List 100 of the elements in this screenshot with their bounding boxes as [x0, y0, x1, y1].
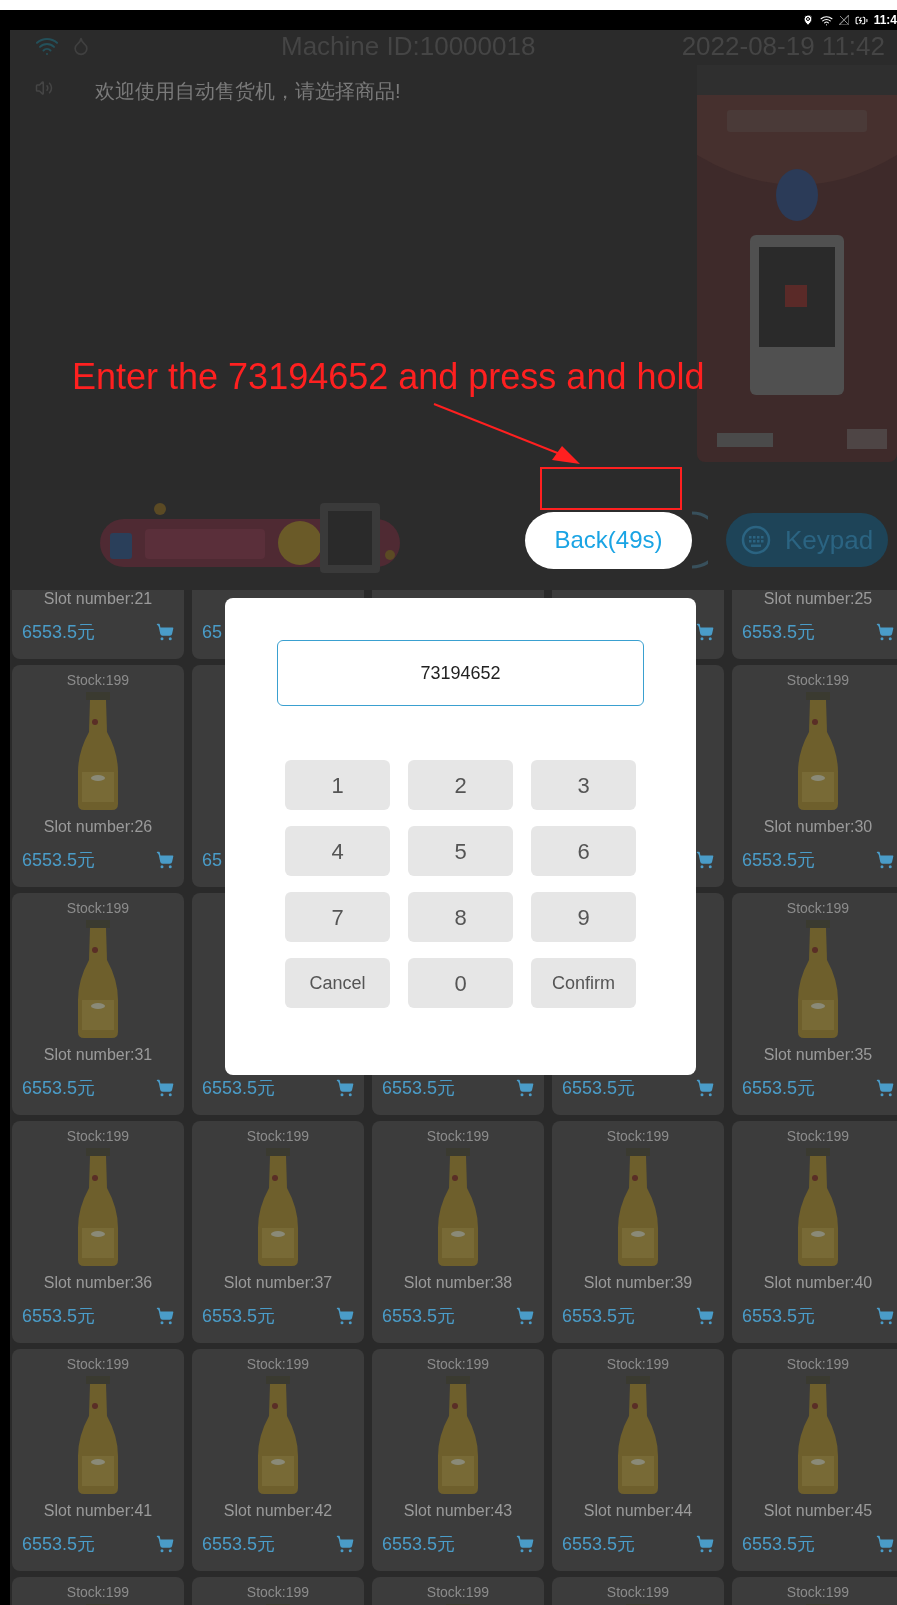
keypad-key[interactable]: 9: [531, 892, 636, 942]
price-label: 6553.5元: [742, 1304, 816, 1328]
product-card[interactable]: Slot number:25 6553.5元: [732, 590, 897, 659]
product-card[interactable]: Stock:199 Slot number:38 6553.5元: [372, 1121, 544, 1343]
keypad-icon: [740, 525, 771, 555]
slot-label: Slot number:45: [763, 1501, 873, 1521]
keypad-key[interactable]: Confirm: [531, 958, 636, 1008]
slot-label: Slot number:38: [403, 1273, 513, 1293]
stock-label: Stock:199: [786, 1354, 850, 1374]
cart-icon[interactable]: [336, 1079, 354, 1097]
price-label: 6553.5元: [382, 1304, 456, 1328]
price-label: 6553.5元: [22, 1532, 96, 1556]
stock-label: Stock:199: [426, 1354, 490, 1374]
price-label: 6553.5元: [742, 620, 816, 644]
cart-icon[interactable]: [156, 623, 174, 641]
product-card[interactable]: Stock:199 Slot number:41 6553.5元: [12, 1349, 184, 1571]
cart-icon[interactable]: [696, 623, 714, 641]
product-card[interactable]: Stock:199: [732, 1577, 897, 1605]
stock-label: Stock:199: [426, 1582, 490, 1602]
slot-label: Slot number:40: [763, 1273, 873, 1293]
stock-label: Stock:199: [66, 670, 130, 690]
price-label: 65: [202, 848, 223, 872]
cart-icon[interactable]: [876, 851, 894, 869]
cart-icon[interactable]: [696, 1535, 714, 1553]
keypad-key[interactable]: 1: [285, 760, 390, 810]
cart-icon[interactable]: [516, 1535, 534, 1553]
cart-icon[interactable]: [156, 851, 174, 869]
product-card[interactable]: Stock:199 Slot number:43 6553.5元: [372, 1349, 544, 1571]
keypad-key[interactable]: Cancel: [285, 958, 390, 1008]
stock-label: Stock:199: [606, 1582, 670, 1602]
cart-icon[interactable]: [696, 851, 714, 869]
product-card[interactable]: Stock:199 Slot number:45 6553.5元: [732, 1349, 897, 1571]
price-label: 6553.5元: [742, 848, 816, 872]
keypad-key[interactable]: 4: [285, 826, 390, 876]
keypad-key[interactable]: 7: [285, 892, 390, 942]
keypad-key[interactable]: 5: [408, 826, 513, 876]
cart-icon[interactable]: [876, 623, 894, 641]
keypad-key[interactable]: 8: [408, 892, 513, 942]
product-card[interactable]: Stock:199 Slot number:44 6553.5元: [552, 1349, 724, 1571]
price-label: 6553.5元: [202, 1532, 276, 1556]
price-label: 6553.5元: [562, 1532, 636, 1556]
price-label: 6553.5元: [382, 1076, 456, 1100]
cart-icon[interactable]: [156, 1307, 174, 1325]
product-card[interactable]: Stock:199 Slot number:42 6553.5元: [192, 1349, 364, 1571]
stock-label: Stock:199: [786, 1126, 850, 1146]
slot-label: Slot number:39: [583, 1273, 693, 1293]
slot-label: Slot number:37: [223, 1273, 333, 1293]
price-label: 6553.5元: [382, 1532, 456, 1556]
price-label: 6553.5元: [22, 1076, 96, 1100]
cart-icon[interactable]: [336, 1307, 354, 1325]
stock-label: Stock:199: [786, 670, 850, 690]
keypad-key[interactable]: 0: [408, 958, 513, 1008]
cart-icon[interactable]: [876, 1307, 894, 1325]
annotation-text: Enter the 73194652 and press and hold: [72, 355, 705, 399]
status-time: 11:4: [873, 12, 897, 29]
slot-label: Slot number:30: [763, 817, 873, 837]
cart-icon[interactable]: [516, 1307, 534, 1325]
cart-icon[interactable]: [156, 1079, 174, 1097]
product-card[interactable]: Stock:199: [12, 1577, 184, 1605]
location-icon: [801, 14, 814, 26]
cart-icon[interactable]: [516, 1079, 534, 1097]
stock-label: Stock:199: [66, 1126, 130, 1146]
product-card[interactable]: Stock:199 Slot number:35 6553.5元: [732, 893, 897, 1115]
slot-label: Slot number:35: [763, 1045, 873, 1065]
product-card[interactable]: Stock:199 Slot number:39 6553.5元: [552, 1121, 724, 1343]
product-card[interactable]: Stock:199 Slot number:40 6553.5元: [732, 1121, 897, 1343]
back-button[interactable]: Back(49s): [525, 511, 692, 569]
price-label: 6553.5元: [22, 620, 96, 644]
cart-icon[interactable]: [156, 1535, 174, 1553]
stock-label: Stock:199: [66, 898, 130, 918]
slot-label: Slot number:31: [43, 1045, 153, 1065]
keypad-key[interactable]: 3: [531, 760, 636, 810]
code-input[interactable]: 73194652: [277, 640, 644, 706]
slot-label: Slot number:42: [223, 1501, 333, 1521]
product-card[interactable]: Stock:199: [372, 1577, 544, 1605]
price-label: 6553.5元: [742, 1076, 816, 1100]
price-label: 6553.5元: [22, 848, 96, 872]
price-label: 6553.5元: [22, 1304, 96, 1328]
stock-label: Stock:199: [786, 898, 850, 918]
cart-icon[interactable]: [876, 1079, 894, 1097]
cart-icon[interactable]: [696, 1307, 714, 1325]
cart-icon[interactable]: [876, 1535, 894, 1553]
product-card[interactable]: Stock:199 Slot number:36 6553.5元: [12, 1121, 184, 1343]
product-card[interactable]: Slot number:21 6553.5元: [12, 590, 184, 659]
stock-label: Stock:199: [66, 1582, 130, 1602]
stock-label: Stock:199: [606, 1354, 670, 1374]
product-card[interactable]: Stock:199 Slot number:30 6553.5元: [732, 665, 897, 887]
product-card[interactable]: Stock:199: [192, 1577, 364, 1605]
price-label: 6553.5元: [742, 1532, 816, 1556]
cart-icon[interactable]: [336, 1535, 354, 1553]
product-card[interactable]: Stock:199: [552, 1577, 724, 1605]
cart-icon[interactable]: [696, 1079, 714, 1097]
product-card[interactable]: Stock:199 Slot number:31 6553.5元: [12, 893, 184, 1115]
wifi-icon: [819, 13, 833, 27]
keypad-key[interactable]: 2: [408, 760, 513, 810]
product-card[interactable]: Stock:199 Slot number:37 6553.5元: [192, 1121, 364, 1343]
stock-label: Stock:199: [246, 1354, 310, 1374]
keypad-key[interactable]: 6: [531, 826, 636, 876]
price-label: 6553.5元: [562, 1304, 636, 1328]
product-card[interactable]: Stock:199 Slot number:26 6553.5元: [12, 665, 184, 887]
